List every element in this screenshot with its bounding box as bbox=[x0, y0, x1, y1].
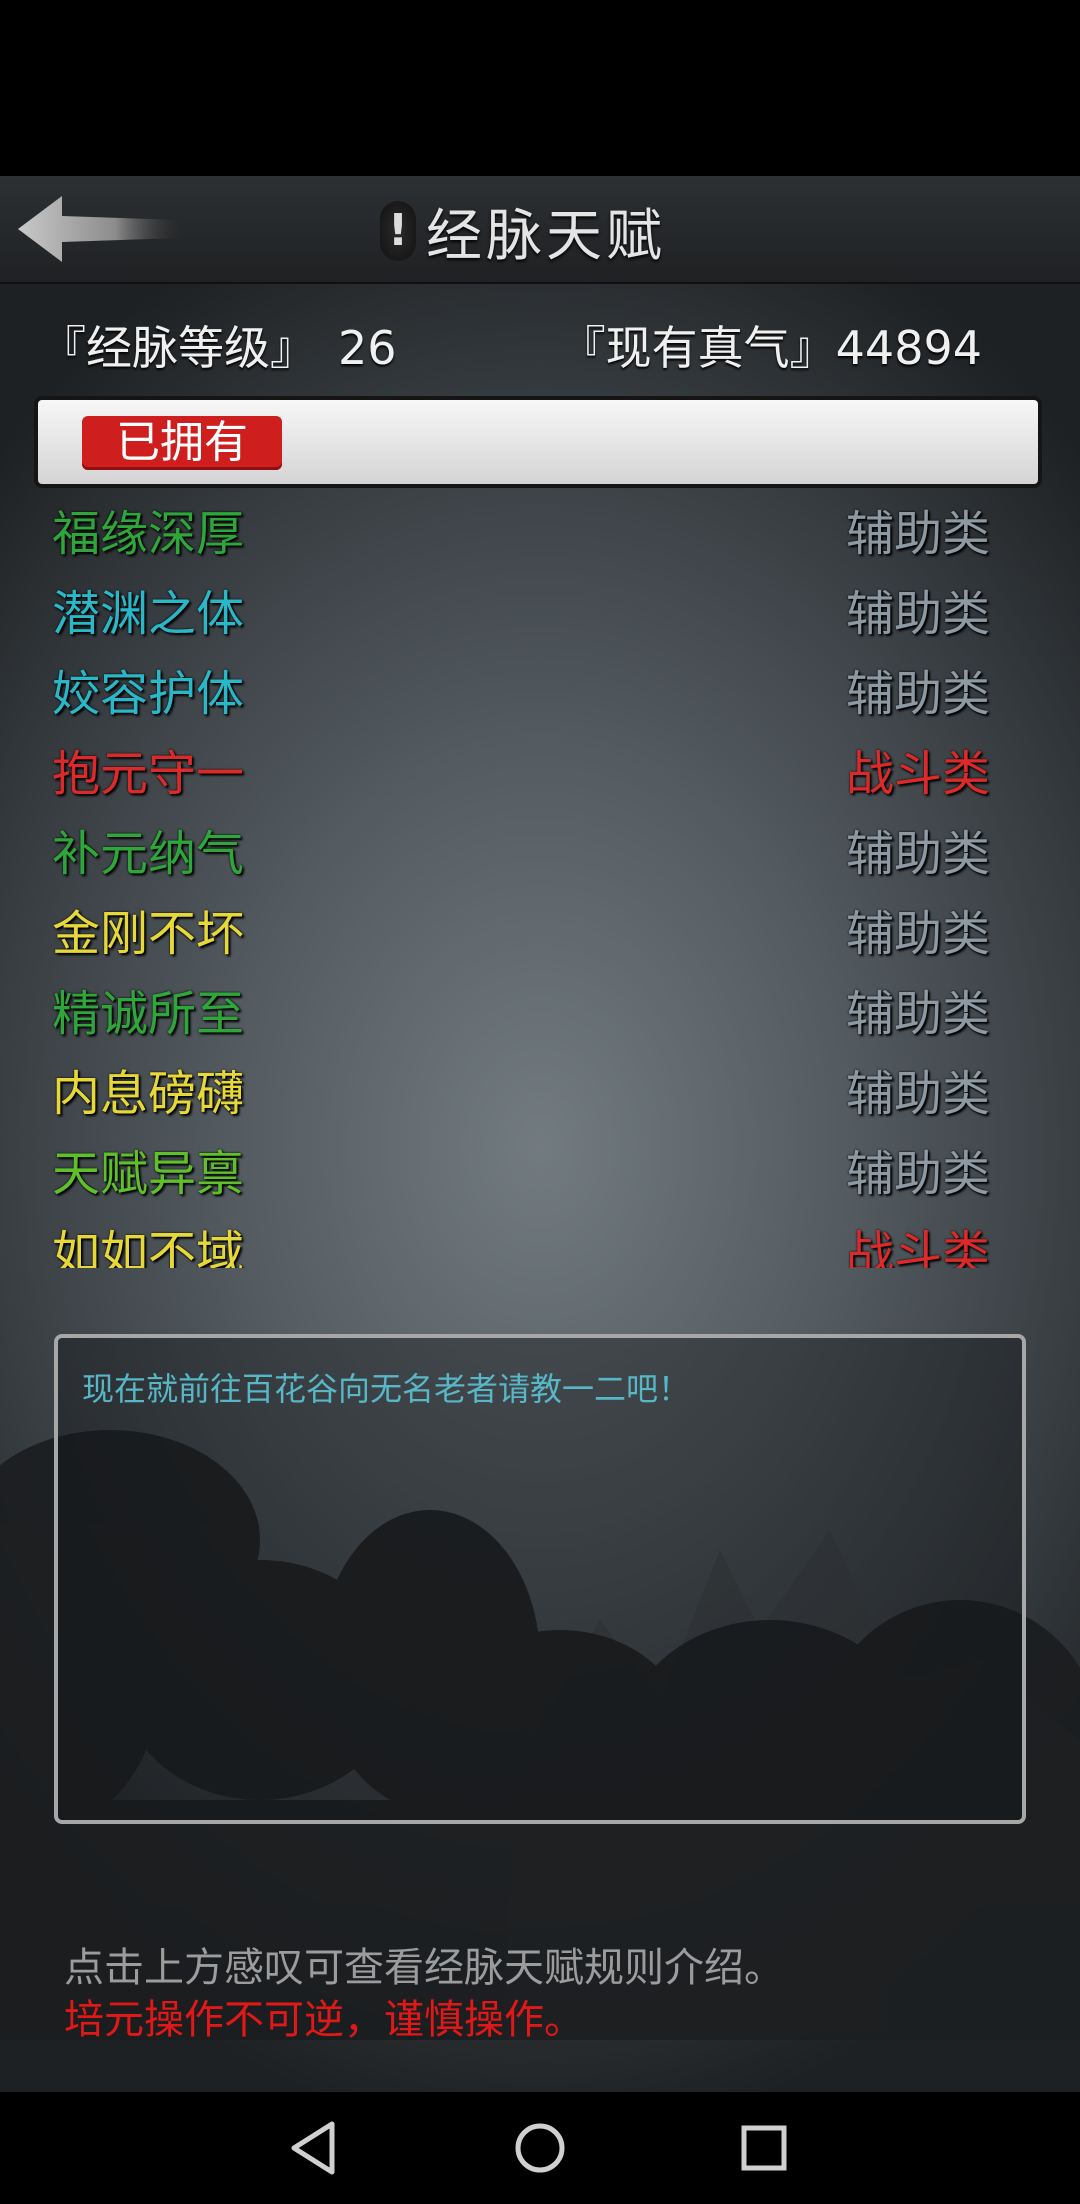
talent-name: 天赋异禀 bbox=[52, 1146, 245, 1202]
talent-name: 内息磅礴 bbox=[52, 1066, 245, 1122]
talent-row[interactable]: 潜渊之体 辅助类 bbox=[36, 574, 1042, 654]
talent-category: 战斗类 bbox=[845, 1226, 990, 1268]
tab-bar: 已拥有 bbox=[34, 396, 1042, 488]
talent-category: 辅助类 bbox=[845, 826, 990, 882]
header-bar: ! 经脉天赋 bbox=[0, 176, 1080, 284]
meridian-level-label: 『经脉等级』 bbox=[40, 321, 316, 375]
exclamation-icon[interactable]: ! bbox=[380, 201, 416, 261]
warning-text: 培元操作不可逆，谨慎操作。 bbox=[64, 1997, 584, 2043]
talent-category: 辅助类 bbox=[845, 1146, 990, 1202]
talent-category: 辅助类 bbox=[845, 986, 990, 1042]
nav-recent-button[interactable] bbox=[728, 2112, 800, 2184]
description-panel: 现在就前往百花谷向无名老者请教一二吧！ bbox=[54, 1334, 1026, 1824]
system-nav-bar bbox=[0, 2092, 1080, 2204]
talent-category: 战斗类 bbox=[845, 746, 990, 802]
talent-category: 辅助类 bbox=[845, 506, 990, 562]
talent-category: 辅助类 bbox=[845, 906, 990, 962]
circle-home-icon bbox=[515, 2123, 565, 2173]
talent-row[interactable]: 精诚所至 辅助类 bbox=[36, 974, 1042, 1054]
stats-row: 『经脉等级』 26 『现有真气』44894 bbox=[0, 312, 1080, 378]
current-qi-label: 『现有真气』 bbox=[559, 321, 836, 375]
talent-name: 补元纳气 bbox=[52, 826, 245, 882]
talent-row[interactable]: 金刚不坏 辅助类 bbox=[36, 894, 1042, 974]
rules-hint: 点击上方感叹可查看经脉天赋规则介绍。 bbox=[64, 1945, 784, 1991]
current-qi-value: 44894 bbox=[835, 321, 982, 375]
title-group: ! 经脉天赋 bbox=[380, 196, 666, 269]
tab-owned[interactable]: 已拥有 bbox=[82, 416, 282, 470]
talent-list[interactable]: 福缘深厚 辅助类 潜渊之体 辅助类 姣容护体 辅助类 抱元守一 战斗类 补元纳气 辅助类 金刚不坏辅… bbox=[36, 494, 1042, 1268]
notes: 点击上方感叹可查看经脉天赋规则介绍。 培元操作不可逆，谨慎操作。 bbox=[64, 1942, 784, 2046]
talent-name: 潜渊之体 bbox=[52, 586, 245, 642]
meridian-level: 『经脉等级』 26 bbox=[40, 312, 397, 378]
page-title: 经脉天赋 bbox=[426, 203, 666, 269]
arrow-left-icon bbox=[18, 196, 180, 262]
meridian-level-value: 26 bbox=[338, 321, 397, 375]
talent-name: 精诚所至 bbox=[52, 986, 245, 1042]
talent-name: 如如不域 bbox=[52, 1226, 245, 1268]
description-text: 现在就前往百花谷向无名老者请教一二吧！ bbox=[82, 1370, 691, 1408]
talent-name: 抱元守一 bbox=[52, 746, 245, 802]
talent-name: 福缘深厚 bbox=[52, 506, 245, 562]
talent-row[interactable]: 福缘深厚 辅助类 bbox=[36, 494, 1042, 574]
talent-name: 金刚不坏 bbox=[52, 906, 245, 962]
talent-row[interactable]: 如如不域 战斗类 bbox=[36, 1214, 1042, 1268]
talent-row[interactable]: 天赋异禀 辅助类 bbox=[36, 1134, 1042, 1214]
nav-home-button[interactable] bbox=[504, 2112, 576, 2184]
talent-category: 辅助类 bbox=[845, 586, 990, 642]
nav-back-button[interactable] bbox=[278, 2112, 350, 2184]
talent-row[interactable]: 补元纳气 辅助类 bbox=[36, 814, 1042, 894]
talent-row[interactable]: 姣容护体 辅助类 bbox=[36, 654, 1042, 734]
talent-row[interactable]: 内息磅礴 辅助类 bbox=[36, 1054, 1042, 1134]
current-qi: 『现有真气』44894 bbox=[560, 312, 982, 378]
talent-name: 姣容护体 bbox=[52, 666, 245, 722]
talent-row[interactable]: 抱元守一 战斗类 bbox=[36, 734, 1042, 814]
back-button[interactable] bbox=[14, 192, 184, 266]
talent-screen: ! 经脉天赋 『经脉等级』 26 『现有真气』44894 已拥有 福缘深厚 辅助类潜… bbox=[0, 0, 1080, 2204]
square-recent-icon bbox=[741, 2125, 787, 2171]
triangle-back-icon bbox=[291, 2121, 335, 2175]
talent-category: 辅助类 bbox=[845, 1066, 990, 1122]
status-bar bbox=[0, 0, 1080, 176]
talent-category: 辅助类 bbox=[845, 666, 990, 722]
